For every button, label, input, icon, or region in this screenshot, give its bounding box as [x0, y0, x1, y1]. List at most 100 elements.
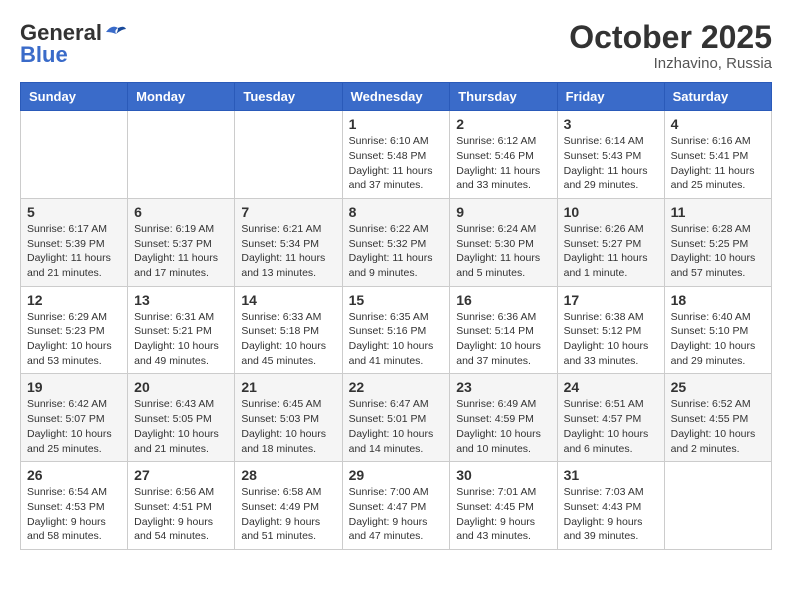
day-info: Sunrise: 6:21 AM Sunset: 5:34 PM Dayligh… [241, 222, 335, 281]
day-info: Sunrise: 6:19 AM Sunset: 5:37 PM Dayligh… [134, 222, 228, 281]
day-info: Sunrise: 6:10 AM Sunset: 5:48 PM Dayligh… [349, 134, 444, 193]
day-info: Sunrise: 6:38 AM Sunset: 5:12 PM Dayligh… [564, 310, 658, 369]
calendar-cell: 10 Sunrise: 6:26 AM Sunset: 5:27 PM Dayli… [557, 198, 664, 286]
calendar-cell [21, 111, 128, 199]
day-number: 4 [671, 116, 765, 132]
calendar-cell: 19 Sunrise: 6:42 AM Sunset: 5:07 PM Dayli… [21, 374, 128, 462]
day-info: Sunrise: 6:49 AM Sunset: 4:59 PM Dayligh… [456, 397, 550, 456]
day-info: Sunrise: 6:47 AM Sunset: 5:01 PM Dayligh… [349, 397, 444, 456]
day-number: 27 [134, 467, 228, 483]
day-info: Sunrise: 6:14 AM Sunset: 5:43 PM Dayligh… [564, 134, 658, 193]
calendar-cell: 25Sunrise: 6:52 AM Sunset: 4:55 PM Dayli… [664, 374, 771, 462]
calendar-cell: 20Sunrise: 6:43 AM Sunset: 5:05 PM Dayli… [128, 374, 235, 462]
calendar-week-1: 1 Sunrise: 6:10 AM Sunset: 5:48 PM Daylig… [21, 111, 772, 199]
calendar-cell: 26 Sunrise: 6:54 AM Sunset: 4:53 PM Dayli… [21, 462, 128, 550]
day-number: 17 [564, 292, 658, 308]
calendar-cell: 31Sunrise: 7:03 AM Sunset: 4:43 PM Dayli… [557, 462, 664, 550]
day-number: 16 [456, 292, 550, 308]
day-number: 9 [456, 204, 550, 220]
day-info: Sunrise: 6:22 AM Sunset: 5:32 PM Dayligh… [349, 222, 444, 281]
calendar-cell [664, 462, 771, 550]
logo-blue: Blue [20, 42, 68, 68]
day-info: Sunrise: 7:01 AM Sunset: 4:45 PM Dayligh… [456, 485, 550, 544]
day-number: 23 [456, 379, 550, 395]
calendar-cell: 27 Sunrise: 6:56 AM Sunset: 4:51 PM Dayli… [128, 462, 235, 550]
day-number: 13 [134, 292, 228, 308]
day-info: Sunrise: 6:51 AM Sunset: 4:57 PM Dayligh… [564, 397, 658, 456]
calendar-cell: 1 Sunrise: 6:10 AM Sunset: 5:48 PM Daylig… [342, 111, 450, 199]
day-info: Sunrise: 6:36 AM Sunset: 5:14 PM Dayligh… [456, 310, 550, 369]
day-number: 28 [241, 467, 335, 483]
day-info: Sunrise: 6:43 AM Sunset: 5:05 PM Dayligh… [134, 397, 228, 456]
day-info: Sunrise: 7:03 AM Sunset: 4:43 PM Dayligh… [564, 485, 658, 544]
header-monday: Monday [128, 83, 235, 111]
calendar-cell: 3 Sunrise: 6:14 AM Sunset: 5:43 PM Daylig… [557, 111, 664, 199]
header-thursday: Thursday [450, 83, 557, 111]
page-header: General Blue October 2025 Inzhavino, Rus… [20, 20, 772, 72]
day-info: Sunrise: 6:56 AM Sunset: 4:51 PM Dayligh… [134, 485, 228, 544]
calendar-cell: 24 Sunrise: 6:51 AM Sunset: 4:57 PM Dayli… [557, 374, 664, 462]
day-info: Sunrise: 6:28 AM Sunset: 5:25 PM Dayligh… [671, 222, 765, 281]
calendar-cell: 4Sunrise: 6:16 AM Sunset: 5:41 PM Daylig… [664, 111, 771, 199]
day-number: 6 [134, 204, 228, 220]
calendar-cell: 8 Sunrise: 6:22 AM Sunset: 5:32 PM Daylig… [342, 198, 450, 286]
calendar-cell: 17 Sunrise: 6:38 AM Sunset: 5:12 PM Dayli… [557, 286, 664, 374]
day-number: 12 [27, 292, 121, 308]
calendar-table: Sunday Monday Tuesday Wednesday Thursday… [20, 82, 772, 550]
calendar-header-row: Sunday Monday Tuesday Wednesday Thursday… [21, 83, 772, 111]
day-info: Sunrise: 6:26 AM Sunset: 5:27 PM Dayligh… [564, 222, 658, 281]
day-number: 19 [27, 379, 121, 395]
day-number: 14 [241, 292, 335, 308]
day-info: Sunrise: 6:12 AM Sunset: 5:46 PM Dayligh… [456, 134, 550, 193]
day-number: 7 [241, 204, 335, 220]
header-sunday: Sunday [21, 83, 128, 111]
day-info: Sunrise: 6:31 AM Sunset: 5:21 PM Dayligh… [134, 310, 228, 369]
day-number: 24 [564, 379, 658, 395]
day-info: Sunrise: 6:24 AM Sunset: 5:30 PM Dayligh… [456, 222, 550, 281]
day-info: Sunrise: 6:58 AM Sunset: 4:49 PM Dayligh… [241, 485, 335, 544]
calendar-week-3: 12 Sunrise: 6:29 AM Sunset: 5:23 PM Dayli… [21, 286, 772, 374]
title-block: October 2025 Inzhavino, Russia [569, 20, 772, 72]
day-number: 11 [671, 204, 765, 220]
header-saturday: Saturday [664, 83, 771, 111]
calendar-cell: 14 Sunrise: 6:33 AM Sunset: 5:18 PM Dayli… [235, 286, 342, 374]
day-info: Sunrise: 6:52 AM Sunset: 4:55 PM Dayligh… [671, 397, 765, 456]
calendar-cell: 11 Sunrise: 6:28 AM Sunset: 5:25 PM Dayli… [664, 198, 771, 286]
day-info: Sunrise: 6:40 AM Sunset: 5:10 PM Dayligh… [671, 310, 765, 369]
day-number: 29 [349, 467, 444, 483]
calendar-cell: 16 Sunrise: 6:36 AM Sunset: 5:14 PM Dayli… [450, 286, 557, 374]
calendar-cell: 30Sunrise: 7:01 AM Sunset: 4:45 PM Dayli… [450, 462, 557, 550]
day-info: Sunrise: 6:35 AM Sunset: 5:16 PM Dayligh… [349, 310, 444, 369]
logo-bird-icon [104, 24, 126, 40]
month-title: October 2025 [569, 20, 772, 55]
calendar-cell: 28 Sunrise: 6:58 AM Sunset: 4:49 PM Dayli… [235, 462, 342, 550]
day-number: 26 [27, 467, 121, 483]
calendar-cell: 12 Sunrise: 6:29 AM Sunset: 5:23 PM Dayli… [21, 286, 128, 374]
calendar-cell [235, 111, 342, 199]
day-info: Sunrise: 6:42 AM Sunset: 5:07 PM Dayligh… [27, 397, 121, 456]
day-number: 21 [241, 379, 335, 395]
day-info: Sunrise: 6:54 AM Sunset: 4:53 PM Dayligh… [27, 485, 121, 544]
day-info: Sunrise: 7:00 AM Sunset: 4:47 PM Dayligh… [349, 485, 444, 544]
day-info: Sunrise: 6:29 AM Sunset: 5:23 PM Dayligh… [27, 310, 121, 369]
logo: General Blue [20, 20, 126, 68]
calendar-cell: 2 Sunrise: 6:12 AM Sunset: 5:46 PM Daylig… [450, 111, 557, 199]
calendar-cell: 15Sunrise: 6:35 AM Sunset: 5:16 PM Dayli… [342, 286, 450, 374]
calendar-cell: 13 Sunrise: 6:31 AM Sunset: 5:21 PM Dayli… [128, 286, 235, 374]
header-tuesday: Tuesday [235, 83, 342, 111]
day-number: 8 [349, 204, 444, 220]
day-number: 3 [564, 116, 658, 132]
calendar-cell [128, 111, 235, 199]
day-number: 1 [349, 116, 444, 132]
day-number: 5 [27, 204, 121, 220]
day-number: 10 [564, 204, 658, 220]
day-number: 18 [671, 292, 765, 308]
calendar-cell: 5Sunrise: 6:17 AM Sunset: 5:39 PM Daylig… [21, 198, 128, 286]
calendar-cell: 29 Sunrise: 7:00 AM Sunset: 4:47 PM Dayli… [342, 462, 450, 550]
calendar-cell: 22Sunrise: 6:47 AM Sunset: 5:01 PM Dayli… [342, 374, 450, 462]
day-info: Sunrise: 6:33 AM Sunset: 5:18 PM Dayligh… [241, 310, 335, 369]
calendar-cell: 18 Sunrise: 6:40 AM Sunset: 5:10 PM Dayli… [664, 286, 771, 374]
calendar-cell: 6 Sunrise: 6:19 AM Sunset: 5:37 PM Daylig… [128, 198, 235, 286]
day-number: 2 [456, 116, 550, 132]
calendar-cell: 7 Sunrise: 6:21 AM Sunset: 5:34 PM Daylig… [235, 198, 342, 286]
